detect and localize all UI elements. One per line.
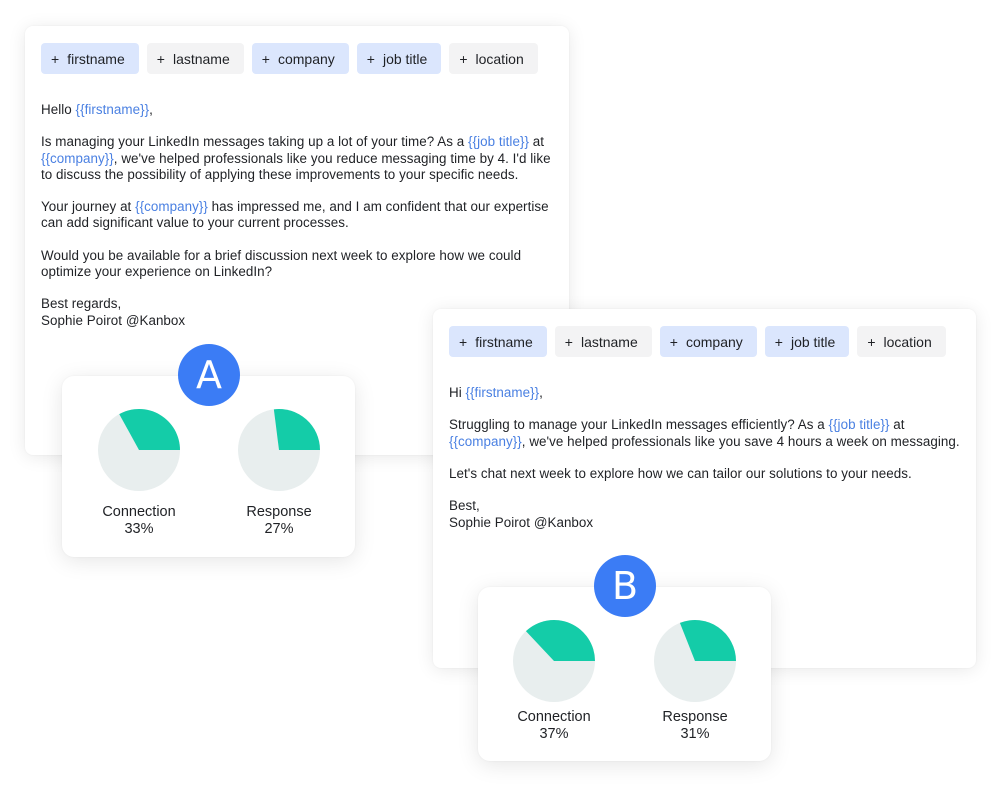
text: at: [529, 134, 545, 150]
chip-label: firstname: [67, 50, 125, 67]
plus-icon: +: [669, 333, 678, 350]
signature-block: Best, Sophie Poirot @Kanbox: [449, 498, 964, 530]
chip-job-title[interactable]: + job title: [356, 43, 442, 74]
plus-icon: +: [366, 50, 375, 67]
greeting: Hello {{firstname}},: [41, 102, 556, 118]
text: ,: [539, 385, 543, 400]
plus-icon: +: [774, 333, 783, 350]
variable-company: {{company}}: [449, 433, 522, 449]
stat-value: 37%: [539, 726, 569, 742]
variable-firstname: {{firstname}}: [75, 102, 150, 117]
pie-response-b: [654, 620, 736, 702]
plus-icon: +: [459, 50, 468, 67]
text: Hello: [41, 102, 76, 117]
chip-label: lastname: [172, 50, 230, 67]
chip-label: location: [883, 333, 932, 350]
pie-connection-a: [98, 409, 180, 491]
chip-company[interactable]: + company: [251, 43, 349, 74]
chip-label: company: [277, 50, 335, 67]
chip-lastname[interactable]: + lastname: [554, 326, 652, 357]
message-body[interactable]: Hi {{firstname}}, Struggling to manage y…: [449, 385, 964, 531]
variable-firstname: {{firstname}}: [465, 385, 540, 400]
stat-value: 33%: [124, 521, 154, 537]
plus-icon: +: [564, 333, 573, 350]
text: Your journey at: [41, 199, 136, 215]
signature: Sophie Poirot @Kanbox: [449, 514, 594, 530]
variable-job-title: {{job title}}: [828, 417, 890, 433]
chip-label: job title: [382, 50, 428, 67]
paragraph-1: Struggling to manage your LinkedIn messa…: [449, 417, 964, 449]
chip-label: job title: [790, 333, 836, 350]
stat-response-b: Response 31%: [635, 709, 755, 743]
stat-label: Response: [662, 709, 728, 725]
text: , we've helped professionals like you sa…: [521, 433, 960, 449]
paragraph-2: Let's chat next week to explore how we c…: [449, 465, 912, 481]
stat-label: Connection: [102, 504, 176, 520]
plus-icon: +: [156, 50, 165, 67]
message-body[interactable]: Hello {{firstname}}, Is managing your Li…: [41, 102, 556, 329]
paragraph-3: Would you be available for a brief discu…: [41, 247, 522, 279]
pie-slice: [273, 409, 320, 450]
plus-icon: +: [459, 333, 468, 350]
signoff: Best regards,: [41, 296, 122, 312]
stat-label: Connection: [517, 709, 591, 725]
chip-location[interactable]: + location: [449, 43, 538, 74]
chip-label: company: [685, 333, 743, 350]
variable-job-title: {{job title}}: [468, 134, 529, 150]
chip-job-title[interactable]: + job title: [764, 326, 850, 357]
stat-connection-b: Connection 37%: [494, 709, 614, 743]
chip-location[interactable]: + location: [857, 326, 946, 357]
text: Is managing your LinkedIn messages takin…: [41, 134, 469, 150]
text: at: [889, 417, 905, 433]
chip-label: location: [475, 50, 524, 67]
text: , we've helped professionals like you re…: [41, 150, 551, 182]
chip-lastname[interactable]: + lastname: [146, 43, 244, 74]
chip-firstname[interactable]: + firstname: [449, 326, 547, 357]
chip-company[interactable]: + company: [659, 326, 757, 357]
pie-response-a: [238, 409, 320, 491]
plus-icon: +: [261, 50, 270, 67]
plus-icon: +: [51, 50, 60, 67]
variant-badge-b: B: [594, 555, 656, 617]
chip-label: firstname: [475, 333, 533, 350]
greeting: Hi {{firstname}},: [449, 385, 964, 401]
paragraph-1: Is managing your LinkedIn messages takin…: [41, 134, 556, 183]
stat-connection-a: Connection 33%: [79, 504, 199, 538]
text: Hi: [449, 385, 466, 400]
variable-company: {{company}}: [41, 150, 114, 166]
plus-icon: +: [867, 333, 876, 350]
pie-connection-b: [513, 620, 595, 702]
variable-chip-bar: + firstname + lastname + company + job title…: [41, 43, 538, 74]
signoff: Best,: [449, 498, 480, 514]
stat-value: 31%: [680, 726, 710, 742]
variable-chip-bar: + firstname + lastname + company + job title…: [449, 326, 946, 357]
chip-label: lastname: [580, 333, 638, 350]
variable-company: {{company}}: [135, 199, 208, 215]
signature: Sophie Poirot @Kanbox: [41, 312, 186, 328]
stat-response-a: Response 27%: [219, 504, 339, 538]
chip-firstname[interactable]: + firstname: [41, 43, 139, 74]
paragraph-2: Your journey at {{company}} has impresse…: [41, 199, 556, 231]
variant-badge-a: A: [178, 344, 240, 406]
text: Struggling to manage your LinkedIn messa…: [449, 417, 829, 433]
text: ,: [149, 102, 153, 117]
stat-label: Response: [246, 504, 312, 520]
stat-value: 27%: [264, 521, 294, 537]
